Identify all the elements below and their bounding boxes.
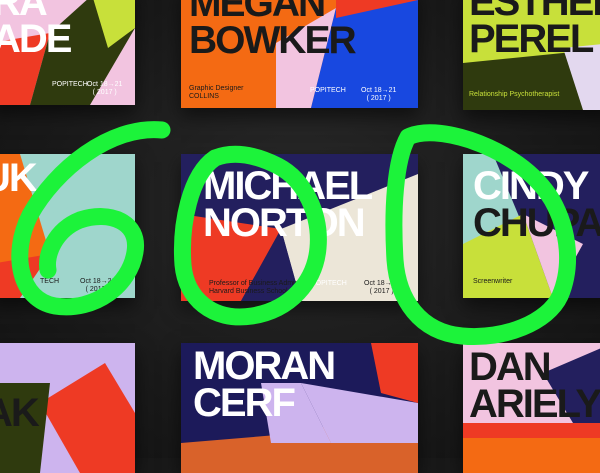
card-dates: Oct 18→21( 2017 ) — [80, 278, 116, 293]
card-name: UK — [0, 156, 38, 200]
card-moran-cerf: MORAN CERF — [181, 343, 418, 473]
card-org: POPITECH — [311, 280, 347, 287]
card-name: AK — [0, 391, 40, 435]
card-name: MICHAEL NORTON — [203, 164, 373, 245]
card-name: ESTHERPEREL — [469, 0, 600, 61]
card-dan-ariely: DAN ARIELY — [463, 343, 600, 473]
card-dates: Oct 18→21( 2017 ) — [364, 280, 400, 295]
card-esther-perel: ESTHERPEREL Relationship Psychotherapist — [463, 0, 600, 110]
card-name: MEGAN BOWKER — [189, 0, 357, 62]
card-name: DAN ARIELY — [469, 345, 600, 426]
card-role: Professor of Business Admin Harvard Busin… — [209, 280, 299, 295]
card-name: MORAN CERF — [193, 344, 336, 425]
card-cindy-chupa: CINDY CHUPA Screenwriter — [463, 154, 600, 298]
card-name: RA ADE — [0, 0, 72, 61]
card-role: Relationship Psychotherapist — [469, 91, 560, 98]
card-name: CINDY — [473, 164, 589, 208]
card-megan-bowker: MEGAN BOWKER Graphic Designer COLLINS POPI… — [181, 0, 418, 108]
card-org: POPITECH — [310, 87, 346, 94]
card-org: TECH — [40, 278, 60, 285]
card-role: Screenwriter — [473, 278, 513, 285]
card-name-second-line: CHUPA — [473, 201, 600, 245]
card-middle-left: UK TECH Oct 18→21( 2017 ) — [0, 154, 135, 298]
card-dates: Oct 18→21( 2017 ) — [87, 81, 123, 96]
card-bottom-left: AK — [0, 343, 135, 473]
card-dates: Oct 18→21( 2017 ) — [361, 87, 397, 102]
card-org: POPITECH — [52, 81, 88, 88]
card-top-left: RA ADE POPITECH Oct 18→21( 2017 ) — [0, 0, 135, 105]
card-role: Graphic Designer COLLINS — [189, 85, 244, 100]
card-michael-norton: MICHAEL NORTON Professor of Business Admi… — [181, 154, 418, 301]
